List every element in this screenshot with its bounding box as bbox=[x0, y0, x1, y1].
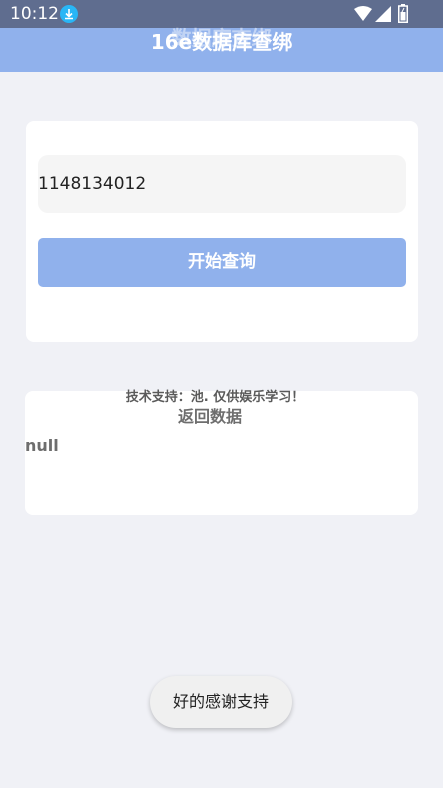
query-card: 1148134012 开始查询 bbox=[26, 121, 418, 342]
download-icon bbox=[60, 5, 78, 23]
result-value: null bbox=[25, 436, 59, 455]
result-title: 返回数据 bbox=[177, 407, 242, 426]
qq-number-input[interactable]: 1148134012 bbox=[38, 155, 406, 213]
app-title: 16e数据库查绑 bbox=[150, 30, 293, 54]
start-query-button[interactable]: 开始查询 bbox=[38, 238, 406, 287]
toast-message: 好的感谢支持 bbox=[150, 676, 292, 728]
status-time: 10:12 bbox=[10, 4, 59, 24]
